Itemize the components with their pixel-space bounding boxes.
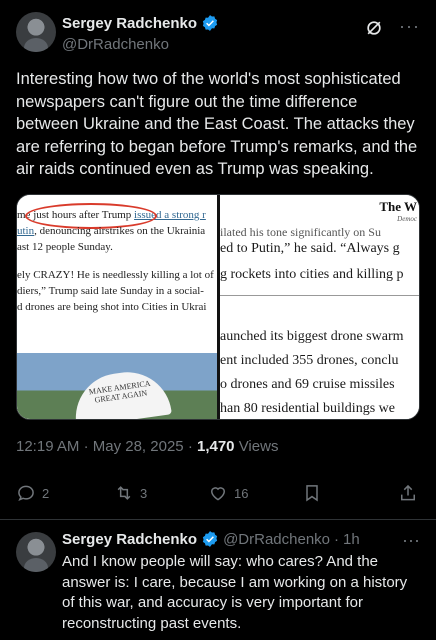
post-meta: 12:19 AM · May 28, 2025 · 1,470 Views [16,438,278,455]
clip-right-line-3: g rockets into cities and killing p [220,267,404,282]
reply-count: 2 [42,485,50,501]
action-bar: 2 3 16 [16,483,420,505]
reply-author-handle[interactable]: @DrRadchenko [223,531,330,548]
clip-right-line-4: aunched its biggest drone swarm [220,329,404,344]
meta-separator: · [83,438,89,455]
meta-separator: · [187,438,193,455]
author-avatar[interactable] [16,12,56,52]
like-count: 16 [234,485,249,501]
more-icon[interactable]: ··· [399,16,420,37]
hat-text: MAKE AMERICA GREAT AGAIN [88,378,152,405]
reply-icon [18,485,34,502]
reply-text: And I know people will say: who cares? A… [62,553,408,632]
clip-right-line-5: ent included 355 drones, conclu [220,353,399,368]
author-handle[interactable]: @DrRadchenko [62,36,169,53]
reply-author-name[interactable]: Sergey Radchenko [62,531,197,548]
clip-left-line-5: diers,” Trump said late Sunday in a soci… [17,285,204,297]
clip-left-line-3: ast 12 people Sunday. [17,241,113,253]
repost-icon [117,486,131,500]
clip-left-line-4: ely CRAZY! He is needlessly killing a lo… [17,269,214,281]
share-button[interactable] [398,483,418,503]
like-button[interactable]: 16 [208,483,248,503]
clip-right-line-2: ed to Putin,” he said. “Always g [220,241,400,256]
repost-count: 3 [140,485,148,501]
meta-separator: · [334,530,340,548]
post-time[interactable]: 12:19 AM [16,438,79,455]
maga-hat-photo: MAKE AMERICA GREAT AGAIN [17,353,217,419]
wapo-clip-image: The W Democ ilated his tone significantl… [220,195,419,419]
like-icon [210,487,226,501]
clip-right-line-6: o drones and 69 cruise missiles [220,377,395,392]
views-label: Views [238,438,279,455]
reply-header: Sergey Radchenko @DrRadchenko · 1h [62,530,360,548]
clip-left-line-6: d drones are being shot into Cities in U… [17,301,207,313]
post-text: Interesting how two of the world's most … [16,70,418,178]
maga-hat: MAKE AMERICA GREAT AGAIN [70,366,172,419]
clip-right-line-1: ilated his tone significantly on Su [220,225,381,239]
share-icon [401,484,415,501]
author-name[interactable]: Sergey Radchenko [62,15,197,32]
author-name-row: Sergey Radchenko [62,14,219,32]
thread-separator [0,519,436,520]
clip-rule [220,295,419,296]
repost-button[interactable]: 3 [114,483,147,503]
bookmark-icon [306,485,318,502]
grok-icon[interactable] [364,18,384,38]
reply-button[interactable]: 2 [16,483,49,503]
views-count: 1,470 [196,438,235,455]
clip-right-line-7: han 80 residential buildings we [220,401,395,416]
clip-left-line-2: utin, denouncing airstrikes on the Ukrai… [17,225,206,237]
reply-age[interactable]: 1h [343,531,360,548]
post-date[interactable]: May 28, 2025 [93,438,184,455]
verified-badge-icon [202,531,218,547]
wapo-logo: The W [379,199,417,214]
nyt-clip-image: me just hours after Trump issued a stron… [17,195,217,419]
reply-author-avatar[interactable] [16,532,56,572]
post-media[interactable]: me just hours after Trump issued a stron… [16,194,420,420]
bookmark-button[interactable] [302,483,322,503]
wapo-tagline: Democ [397,215,417,223]
post-header: Sergey Radchenko @DrRadchenko ··· [16,10,420,58]
verified-badge-icon [202,15,218,31]
reply-more-icon[interactable]: ··· [402,530,420,551]
